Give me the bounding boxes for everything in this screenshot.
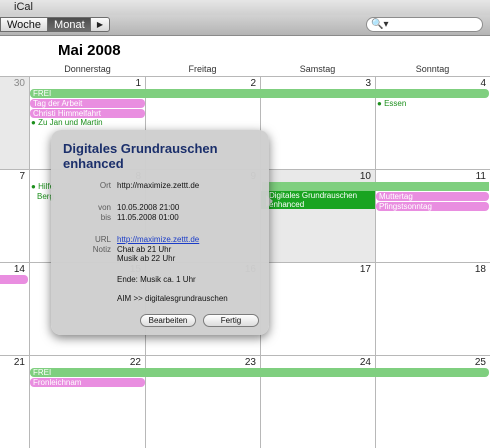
event-christi-himmelfahrt[interactable]: Christi Himmelfahrt bbox=[30, 109, 145, 118]
location-label: Ort bbox=[99, 181, 111, 190]
day-cell-shaded bbox=[0, 77, 29, 169]
day-number[interactable]: 17 bbox=[351, 264, 371, 275]
grid-line bbox=[0, 355, 490, 356]
event-grundrauschen[interactable]: Digitales Grundrauschen enhanced bbox=[261, 191, 375, 209]
day-number[interactable]: 18 bbox=[466, 264, 486, 275]
title-bar: iCal bbox=[0, 0, 490, 15]
event-label: Essen bbox=[384, 99, 407, 108]
grid-line bbox=[375, 76, 376, 448]
event-label: Digitales Grundrauschen bbox=[269, 191, 358, 200]
event-label: Zu Jan und Martin bbox=[38, 118, 103, 127]
day-number[interactable]: 25 bbox=[466, 357, 486, 368]
day-number[interactable]: 24 bbox=[351, 357, 371, 368]
event-continuation[interactable] bbox=[0, 275, 28, 284]
event-detail-popup: Digitales Grundrauschen enhanced Ort htt… bbox=[51, 130, 269, 335]
location-value[interactable]: http://maximize.zettt.de bbox=[117, 181, 199, 190]
day-number[interactable]: 1 bbox=[121, 78, 141, 89]
event-zu-jan-und-martin[interactable]: ● Zu Jan und Martin bbox=[31, 118, 103, 127]
window-title: iCal bbox=[14, 1, 33, 13]
event-essen[interactable]: ● Essen bbox=[377, 99, 406, 108]
weekday-sunday: Sonntag bbox=[415, 64, 450, 74]
notes-line[interactable]: Musik ab 22 Uhr bbox=[117, 254, 175, 263]
edit-button[interactable]: Bearbeiten bbox=[140, 314, 196, 327]
month-view-button[interactable]: Monat bbox=[48, 17, 92, 32]
weekday-friday: Freitag bbox=[188, 64, 217, 74]
day-number[interactable]: 22 bbox=[121, 357, 141, 368]
event-label: enhanced bbox=[269, 200, 305, 209]
end-label: bis bbox=[100, 213, 111, 222]
start-label: von bbox=[98, 203, 111, 212]
day-number[interactable]: 23 bbox=[236, 357, 256, 368]
weekday-saturday: Samstag bbox=[299, 64, 336, 74]
day-number[interactable]: 11 bbox=[466, 171, 486, 182]
toolbar: Woche Monat ▶ 🔍▾ bbox=[0, 15, 490, 36]
month-title: Mai 2008 bbox=[58, 42, 121, 59]
notes-line[interactable]: Chat ab 21 Uhr bbox=[117, 245, 171, 254]
day-number[interactable]: 14 bbox=[5, 264, 25, 275]
done-button[interactable]: Fertig bbox=[203, 314, 259, 327]
event-frei[interactable] bbox=[262, 182, 489, 191]
grid-line bbox=[29, 76, 30, 448]
view-switcher: Woche Monat bbox=[0, 17, 92, 32]
event-pfingstsonntag[interactable]: Pfingstsonntag bbox=[376, 202, 489, 211]
end-value[interactable]: 11.05.2008 01:00 bbox=[117, 213, 179, 222]
weekday-thursday: Donnerstag bbox=[64, 64, 111, 74]
day-number[interactable]: 21 bbox=[5, 357, 25, 368]
event-fronleichnam[interactable]: Fronleichnam bbox=[30, 378, 145, 387]
day-number[interactable]: 2 bbox=[236, 78, 256, 89]
url-label: URL bbox=[94, 235, 111, 244]
notes-label: Notiz bbox=[92, 245, 111, 254]
event-frei[interactable]: FREI bbox=[30, 368, 489, 377]
search-field[interactable]: 🔍▾ bbox=[366, 17, 483, 32]
url-link[interactable]: http://maximize.zettt.de bbox=[117, 235, 199, 244]
start-value[interactable]: 10.05.2008 21:00 bbox=[117, 203, 179, 212]
day-number[interactable]: 3 bbox=[351, 78, 371, 89]
day-number[interactable]: 4 bbox=[466, 78, 486, 89]
notes-line[interactable]: AIM >> digitalesgrundrauschen bbox=[117, 294, 228, 303]
day-number[interactable]: 7 bbox=[5, 171, 25, 182]
week-view-button[interactable]: Woche bbox=[0, 17, 49, 32]
grid-line bbox=[0, 76, 490, 77]
event-frei[interactable]: FREI bbox=[30, 89, 489, 98]
event-muttertag[interactable]: Muttertag bbox=[376, 192, 489, 201]
play-arrow-icon: ▶ bbox=[96, 20, 104, 29]
popup-title[interactable]: Digitales Grundrauschen enhanced bbox=[63, 141, 263, 171]
search-icon: 🔍▾ bbox=[371, 19, 389, 30]
day-number[interactable]: 30 bbox=[5, 78, 25, 89]
event-tag-der-arbeit[interactable]: Tag der Arbeit bbox=[30, 99, 145, 108]
day-number[interactable]: 10 bbox=[351, 171, 371, 182]
next-month-button[interactable]: ▶ bbox=[90, 17, 110, 32]
notes-line[interactable]: Ende: Musik ca. 1 Uhr bbox=[117, 275, 196, 284]
